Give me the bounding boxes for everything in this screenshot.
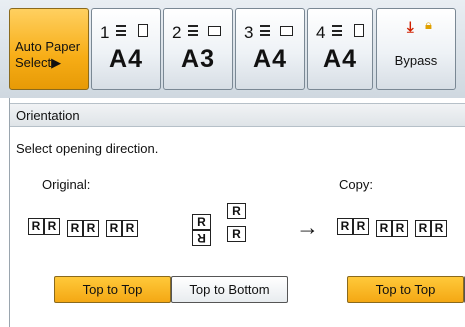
tray-paper-size: A4 <box>323 45 357 73</box>
lock-icon: 🔒︎ <box>425 17 432 32</box>
paper-stack-icon <box>332 25 342 36</box>
tray-number: 4 <box>316 23 326 42</box>
page-icon: R <box>337 218 353 235</box>
dialog-title: Orientation <box>10 103 465 127</box>
page-icon: R <box>227 203 246 219</box>
tray-number: 3 <box>244 23 254 42</box>
page-icon: R <box>44 218 60 235</box>
page-icon: R <box>431 220 447 237</box>
tray-paper-size: A4 <box>109 45 143 73</box>
page-icon: R <box>192 214 211 230</box>
tray-1-button[interactable]: 1 A4 <box>91 8 161 90</box>
portrait-orientation-icon <box>354 24 364 37</box>
page-icon: R <box>192 230 211 246</box>
page-icon: R <box>376 220 392 237</box>
tray-4-button[interactable]: 4 A4 <box>307 8 373 90</box>
tray-number: 2 <box>172 23 182 42</box>
auto-paper-select-button[interactable]: Auto Paper Select▶ <box>9 8 89 90</box>
orientation-dialog: Orientation Select opening direction. Or… <box>9 98 465 327</box>
original-top-to-top-button[interactable]: Top to Top <box>54 276 171 303</box>
page-icon: R <box>415 220 431 237</box>
right-arrow-icon: → <box>296 214 319 240</box>
tray-3-button[interactable]: 3 A4 <box>235 8 305 90</box>
page-icon: R <box>28 218 44 235</box>
paper-stack-icon <box>188 25 198 36</box>
paper-tray-bar: Auto Paper Select▶ 1 A4 2 A3 3 A4 4 A4 ⤓… <box>0 0 465 98</box>
copy-top-to-top-button[interactable]: Top to Top <box>347 276 464 303</box>
page-icon: R <box>122 220 138 237</box>
download-arrow-icon: ⤓ <box>407 19 414 36</box>
page-icon: R <box>83 220 99 237</box>
page-icon: R <box>392 220 408 237</box>
original-label: Original: <box>42 177 91 192</box>
tray-2-button[interactable]: 2 A3 <box>163 8 233 90</box>
landscape-orientation-icon <box>208 26 221 36</box>
original-top-to-bottom-button[interactable]: Top to Bottom <box>171 276 288 303</box>
paper-stack-icon <box>116 25 126 36</box>
dialog-instruction: Select opening direction. <box>16 141 159 156</box>
portrait-orientation-icon <box>138 24 148 37</box>
paper-stack-icon <box>260 25 270 36</box>
copy-label: Copy: <box>339 177 373 192</box>
landscape-orientation-icon <box>280 26 293 36</box>
auto-paper-select-label: Auto Paper Select▶ <box>15 39 81 70</box>
bypass-tray-button[interactable]: ⤓ 🔒︎ Bypass <box>376 8 456 90</box>
page-icon: R <box>106 220 122 237</box>
page-icon: R <box>67 220 83 237</box>
tray-number: 1 <box>100 23 110 42</box>
page-icon: R <box>353 218 369 235</box>
bypass-label: Bypass <box>394 53 438 68</box>
page-icon: R <box>227 226 246 242</box>
tray-paper-size: A3 <box>181 45 215 73</box>
tray-paper-size: A4 <box>253 45 287 73</box>
